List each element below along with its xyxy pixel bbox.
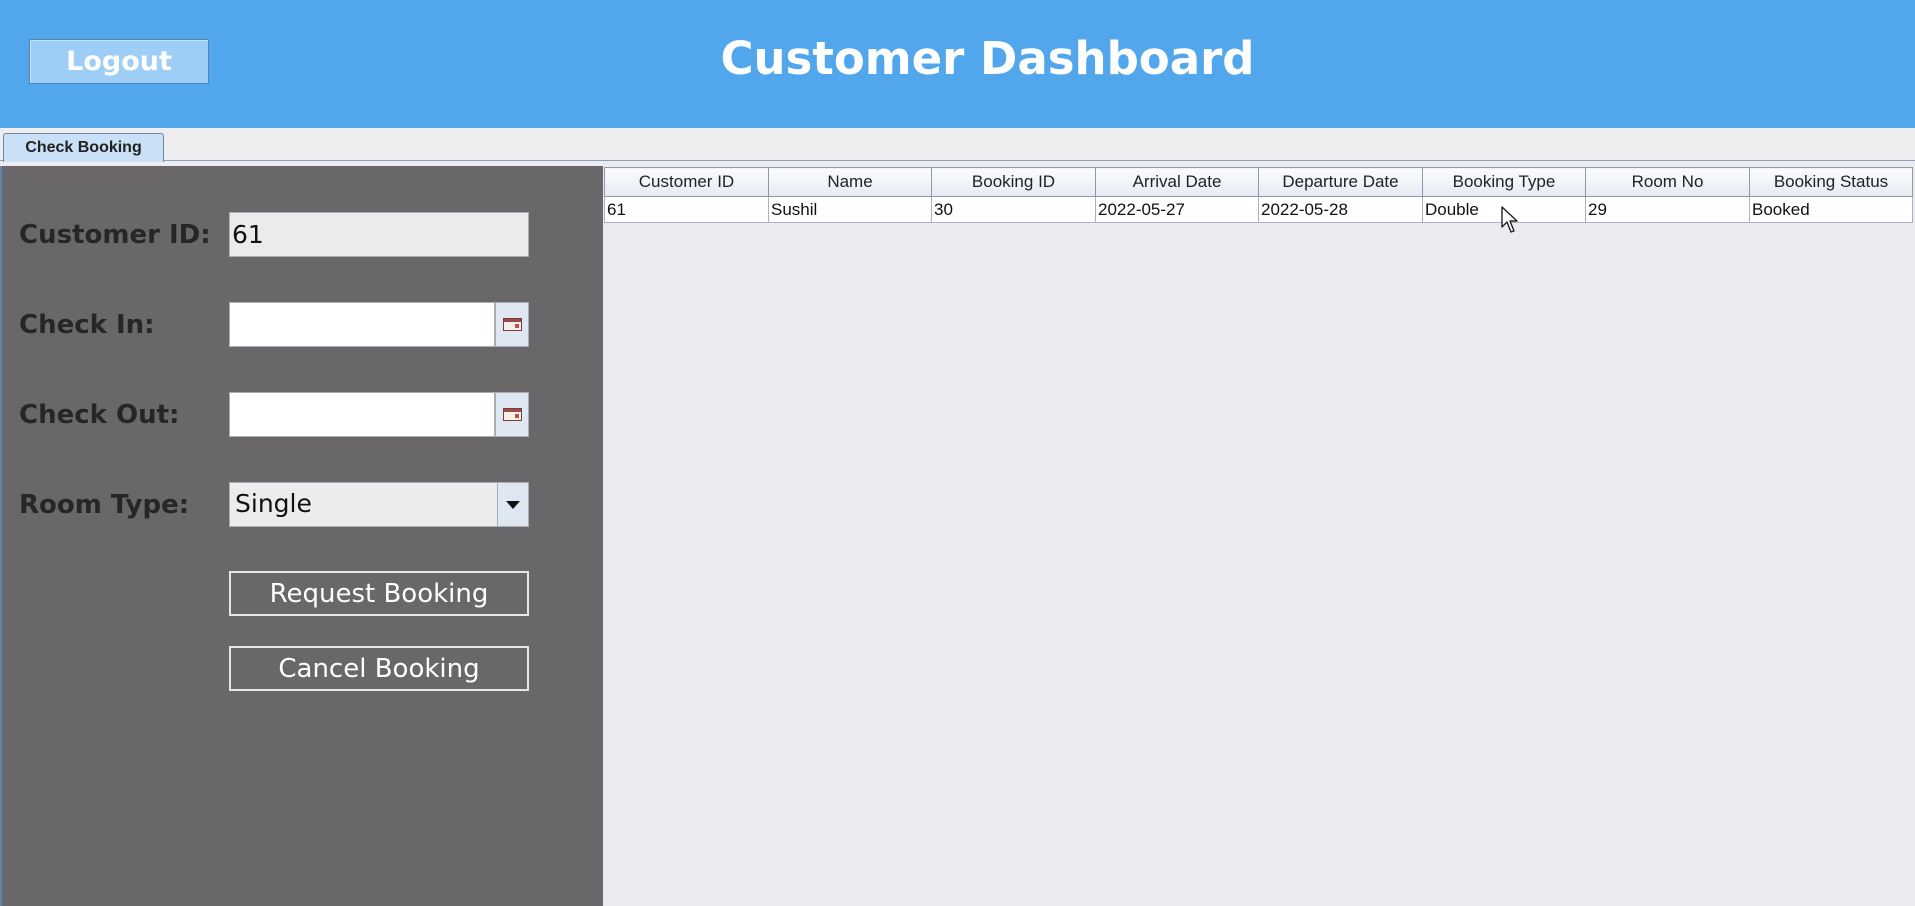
- column-header-arrival-date[interactable]: Arrival Date: [1095, 167, 1259, 197]
- column-header-departure-date[interactable]: Departure Date: [1258, 167, 1423, 197]
- bookings-table: Customer ID Name Booking ID Arrival Date…: [604, 167, 1913, 223]
- bookings-table-area: Customer ID Name Booking ID Arrival Date…: [603, 166, 1915, 906]
- tab-check-booking[interactable]: Check Booking: [3, 133, 164, 162]
- table-row[interactable]: 61 Sushil 30 2022-05-27 2022-05-28 Doubl…: [604, 196, 1913, 223]
- column-header-room-no[interactable]: Room No: [1585, 167, 1750, 197]
- page-title: Customer Dashboard: [720, 32, 1255, 85]
- column-header-booking-id[interactable]: Booking ID: [931, 167, 1096, 197]
- booking-form-panel: Customer ID: 61 Check In: Check Out: Roo…: [0, 166, 603, 906]
- check-in-input[interactable]: [230, 303, 495, 346]
- column-header-name[interactable]: Name: [768, 167, 932, 197]
- table-cell[interactable]: Booked: [1749, 196, 1913, 223]
- tab-strip: Check Booking: [0, 128, 1915, 162]
- customer-dashboard-window: Logout Customer Dashboard Check Booking …: [0, 0, 1915, 906]
- cancel-booking-button[interactable]: Cancel Booking: [229, 646, 529, 691]
- check-in-calendar-button[interactable]: [495, 303, 528, 346]
- check-out-date-picker: [229, 392, 529, 437]
- room-type-value: Single: [235, 489, 312, 518]
- calendar-icon: [502, 408, 522, 421]
- check-out-calendar-button[interactable]: [495, 393, 528, 436]
- room-type-label: Room Type:: [19, 490, 190, 520]
- header-bar: Logout Customer Dashboard: [0, 0, 1915, 128]
- room-type-select[interactable]: Single: [229, 482, 529, 527]
- room-type-dropdown-button[interactable]: [497, 483, 528, 526]
- customer-id-field[interactable]: 61: [229, 212, 529, 257]
- calendar-icon: [502, 318, 522, 331]
- column-header-booking-type[interactable]: Booking Type: [1422, 167, 1586, 197]
- chevron-down-icon: [506, 500, 520, 509]
- check-in-date-picker: [229, 302, 529, 347]
- table-cell[interactable]: 2022-05-27: [1095, 196, 1259, 223]
- table-cell[interactable]: Sushil: [768, 196, 932, 223]
- check-out-input[interactable]: [230, 393, 495, 436]
- table-cell[interactable]: 61: [604, 196, 769, 223]
- table-header-row: Customer ID Name Booking ID Arrival Date…: [604, 167, 1913, 197]
- table-cell[interactable]: 2022-05-28: [1258, 196, 1423, 223]
- check-in-label: Check In:: [19, 310, 155, 340]
- table-cell[interactable]: 30: [931, 196, 1096, 223]
- column-header-customer-id[interactable]: Customer ID: [604, 167, 769, 197]
- check-out-label: Check Out:: [19, 400, 180, 430]
- mouse-cursor-icon: [1501, 206, 1518, 233]
- request-booking-button[interactable]: Request Booking: [229, 571, 529, 616]
- customer-id-label: Customer ID:: [19, 220, 211, 250]
- column-header-booking-status[interactable]: Booking Status: [1749, 167, 1913, 197]
- table-cell[interactable]: 29: [1585, 196, 1750, 223]
